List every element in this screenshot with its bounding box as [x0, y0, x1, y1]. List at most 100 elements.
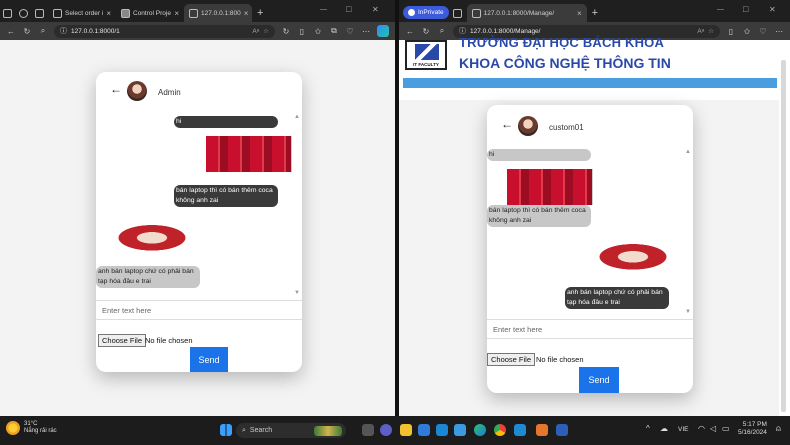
project-icon [121, 8, 130, 18]
weather-sun-icon [6, 421, 20, 435]
more-options-icon[interactable]: ⋯ [774, 27, 784, 36]
right-tab-1[interactable]: 127.0.0.1:8000/Manage/ × [466, 4, 587, 22]
start-windows-icon[interactable] [220, 424, 232, 436]
show-hidden-icons[interactable]: ^ [646, 424, 650, 433]
favorite-star-icon[interactable]: ☆ [263, 27, 269, 35]
page-icon [53, 8, 62, 18]
left-workspaces-icon[interactable] [0, 4, 16, 22]
close-tab-icon[interactable]: × [244, 9, 249, 18]
page-scrollbar[interactable] [781, 60, 786, 412]
calendar-app-icon[interactable] [436, 424, 448, 436]
url-field[interactable]: ⓘ 127.0.0.1:8000/1 Aᵃ ☆ [54, 24, 275, 38]
new-tab-button[interactable]: + [252, 4, 268, 22]
split-screen-icon[interactable]: ▯ [297, 27, 307, 36]
send-button[interactable]: Send [190, 347, 228, 372]
close-tab-icon[interactable]: × [577, 9, 582, 18]
photos-app-icon[interactable] [454, 424, 466, 436]
message-image-character[interactable] [581, 237, 685, 273]
back-arrow-icon[interactable]: ← [501, 117, 513, 131]
message-image-coca[interactable] [507, 169, 593, 205]
close-tab-icon[interactable]: × [174, 9, 179, 18]
choose-file-button[interactable]: Choose File [98, 334, 147, 347]
copilot-icon[interactable] [377, 25, 389, 37]
search-icon[interactable]: ⌕ [38, 26, 48, 36]
read-aloud-icon[interactable]: Aᵃ [252, 28, 259, 35]
chat-username: custom01 [549, 123, 584, 132]
maximize-button[interactable]: □ [743, 4, 748, 14]
file-explorer-icon[interactable] [400, 424, 412, 436]
edge-icon[interactable] [474, 424, 486, 436]
maximize-button[interactable]: □ [346, 4, 351, 14]
word-icon[interactable] [556, 424, 568, 436]
right-browser-window: InPrivate 127.0.0.1:8000/Manage/ × + — □… [399, 0, 790, 416]
file-status: No file chosen [145, 336, 193, 345]
message-list[interactable]: hi bán laptop thì có bán thêm coca không… [487, 147, 693, 317]
tab-label: Control Proje [133, 9, 171, 17]
close-window-button[interactable]: ✕ [769, 5, 776, 14]
left-tab-actions-icon[interactable] [32, 4, 48, 22]
page-icon [471, 8, 481, 18]
volume-icon[interactable]: ◁ [710, 424, 716, 433]
right-tab-actions-icon[interactable] [449, 4, 467, 22]
scroll-up-icon[interactable]: ▲ [685, 149, 691, 155]
collections-icon[interactable]: ⧉ [329, 26, 339, 36]
language-indicator[interactable]: VIE [678, 426, 688, 433]
refresh-page-icon[interactable]: ↻ [281, 27, 291, 36]
refresh-icon[interactable]: ↻ [421, 27, 431, 36]
chat-app-icon[interactable] [380, 424, 392, 436]
search-icon[interactable]: ⌕ [437, 26, 447, 36]
message-input[interactable]: Enter text here [96, 300, 302, 320]
send-button[interactable]: Send [579, 367, 619, 393]
favorites-icon[interactable]: ✩ [313, 27, 323, 36]
banner-stripe [403, 78, 777, 88]
task-view-icon[interactable] [362, 424, 374, 436]
choose-file-button[interactable]: Choose File [487, 353, 536, 366]
battery-icon[interactable]: ▭ [722, 424, 730, 433]
vscode-icon[interactable] [514, 424, 526, 436]
wifi-icon[interactable]: ◠ [698, 424, 705, 433]
left-tab-1[interactable]: Select order i × [48, 4, 116, 22]
weather-widget[interactable]: 31°C Nắng rải rác [6, 421, 57, 435]
search-highlight-icon [314, 425, 342, 436]
favorite-star-icon[interactable]: ☆ [708, 27, 714, 35]
inprivate-badge[interactable]: InPrivate [403, 6, 449, 19]
extensions-icon[interactable]: ♡ [345, 27, 355, 36]
back-arrow-icon[interactable]: ← [110, 82, 122, 96]
favorites-icon[interactable]: ✩ [742, 27, 752, 36]
back-arrow-icon[interactable]: ← [6, 27, 16, 36]
back-arrow-icon[interactable]: ← [405, 27, 415, 36]
store-icon[interactable] [418, 424, 430, 436]
url-text: 127.0.0.1:8000/Manage/ [470, 27, 541, 35]
notification-icon[interactable]: ⍝ [776, 424, 781, 434]
more-options-icon[interactable]: ⋯ [361, 27, 371, 36]
extensions-icon[interactable]: ♡ [758, 27, 768, 36]
left-tab-bar: Select order i × Control Proje × 127.0.0… [0, 0, 395, 22]
message-input[interactable]: Enter text here [487, 319, 693, 339]
read-aloud-icon[interactable]: Aᵃ [697, 28, 704, 35]
scroll-up-icon[interactable]: ▲ [294, 114, 300, 120]
message-list[interactable]: hi bán laptop thì có bán thêm coca không… [96, 112, 302, 298]
taskbar-search[interactable]: ⌕ Search [236, 423, 346, 438]
close-tab-icon[interactable]: × [106, 9, 111, 18]
scroll-down-icon[interactable]: ▼ [294, 290, 300, 296]
close-window-button[interactable]: ✕ [372, 5, 379, 14]
chat-username: Admin [158, 88, 181, 97]
left-tab-2[interactable]: Control Proje × [116, 4, 184, 22]
left-history-icon[interactable] [16, 4, 32, 22]
message-image-character[interactable] [100, 218, 204, 254]
logo-graphic [415, 44, 439, 60]
scroll-down-icon[interactable]: ▼ [685, 309, 691, 315]
minimize-button[interactable]: — [320, 6, 327, 13]
new-tab-button[interactable]: + [587, 4, 603, 22]
chrome-icon[interactable] [494, 424, 506, 436]
left-tab-3[interactable]: 127.0.0.1:800 × [184, 4, 252, 22]
postman-icon[interactable] [536, 424, 548, 436]
clock[interactable]: 5:17 PM 5/16/2024 [738, 421, 767, 437]
message-image-coca[interactable] [206, 136, 292, 172]
minimize-button[interactable]: — [717, 6, 724, 13]
refresh-icon[interactable]: ↻ [22, 27, 32, 36]
split-screen-icon[interactable]: ▯ [726, 27, 736, 36]
cloud-icon[interactable]: ☁ [660, 424, 668, 433]
tab-label: 127.0.0.1:800 [201, 9, 241, 17]
left-browser-window: Select order i × Control Proje × 127.0.0… [0, 0, 395, 416]
